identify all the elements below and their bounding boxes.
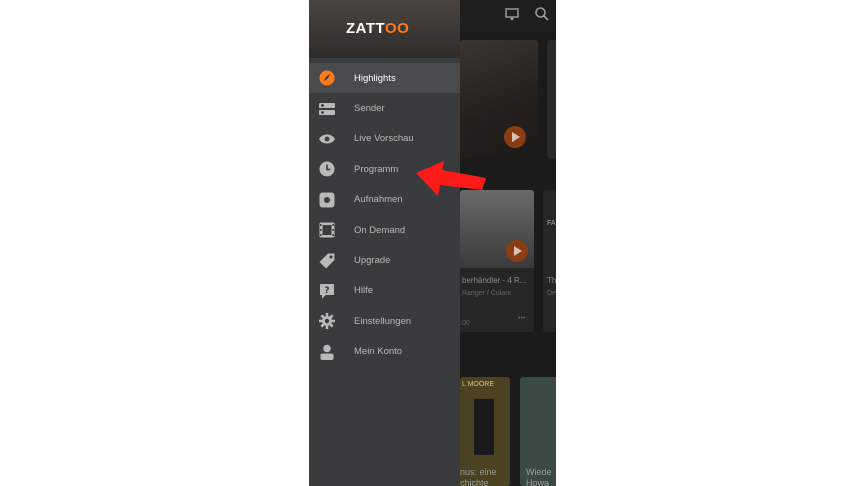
highlight-card-partial[interactable] <box>547 40 556 158</box>
menu-label: Aufnahmen <box>354 194 403 206</box>
highlights-icon <box>318 69 336 87</box>
ondemand-title-line2: Howa <box>526 478 550 486</box>
program-card-partial[interactable]: FA Th De <box>543 190 556 332</box>
menu-label: Upgrade <box>354 255 391 267</box>
search-icon[interactable] <box>534 6 550 22</box>
menu-label: Highlights <box>354 72 396 84</box>
drawer-header: ZATTOO <box>309 0 460 58</box>
play-icon[interactable] <box>506 240 528 262</box>
ondemand-title: Wiede <box>526 467 552 477</box>
menu-item-live-vorschau[interactable]: Live Vorschau <box>309 124 460 154</box>
menu-label: Sender <box>354 103 385 115</box>
menu-label: On Demand <box>354 224 406 236</box>
menu-item-einstellungen[interactable]: Einstellungen <box>309 306 460 336</box>
menu-item-highlights[interactable]: Highlights <box>309 63 460 94</box>
highlight-card[interactable] <box>460 40 538 158</box>
tag-icon <box>318 252 336 270</box>
clock-icon <box>318 160 336 178</box>
recordings-icon <box>318 191 336 209</box>
phone-screen: berhändler - 4 R... Ranger / Colani :00 … <box>309 0 556 486</box>
ondemand-figure <box>474 399 494 455</box>
program-title: berhändler - 4 R... <box>462 276 527 285</box>
menu-item-hilfe[interactable]: ? Hilfe <box>309 276 460 306</box>
cast-icon[interactable] <box>504 6 520 22</box>
menu-item-on-demand[interactable]: On Demand <box>309 215 460 245</box>
ondemand-badge: L MOORE <box>462 381 495 388</box>
drawer-menu: Highlights Sender Live Vorschau Programm <box>309 63 460 367</box>
film-icon <box>318 221 336 239</box>
program-subtitle: Ranger / Colani <box>462 290 511 297</box>
ondemand-card[interactable]: L MOORE nus: eine chichte <box>460 377 510 486</box>
highlight-thumbnail <box>460 40 538 158</box>
menu-label: Einstellungen <box>354 315 412 327</box>
ondemand-title-line2: chichte <box>460 478 489 486</box>
more-icon[interactable]: ••• <box>518 315 525 322</box>
eye-icon <box>318 130 336 148</box>
gear-icon <box>318 312 336 330</box>
menu-label: Mein Konto <box>354 346 403 358</box>
menu-label: Programm <box>354 163 399 175</box>
play-icon[interactable] <box>504 126 526 148</box>
account-icon <box>318 343 336 361</box>
menu-label: Hilfe <box>354 285 374 297</box>
program-badge: FA <box>547 220 556 227</box>
ondemand-title: nus: eine <box>460 467 497 477</box>
program-card[interactable]: berhändler - 4 R... Ranger / Colani :00 … <box>460 190 534 332</box>
menu-item-mein-konto[interactable]: Mein Konto <box>309 337 460 367</box>
menu-label: Live Vorschau <box>354 133 414 145</box>
svg-text:?: ? <box>324 286 329 296</box>
zattoo-logo: ZATTOO <box>346 20 410 37</box>
red-arrow-annotation <box>416 161 486 196</box>
menu-item-sender[interactable]: Sender <box>309 93 460 123</box>
program-title: Th <box>547 276 556 285</box>
ondemand-card-partial[interactable]: Wiede Howa <box>520 377 556 486</box>
navigation-drawer: ZATTOO Highlights Sender Live Vorschau P… <box>309 0 460 486</box>
menu-item-upgrade[interactable]: Upgrade <box>309 245 460 275</box>
program-time: :00 <box>460 320 470 327</box>
channels-icon <box>318 100 336 118</box>
program-subtitle: De <box>547 290 556 297</box>
help-icon: ? <box>318 282 336 300</box>
